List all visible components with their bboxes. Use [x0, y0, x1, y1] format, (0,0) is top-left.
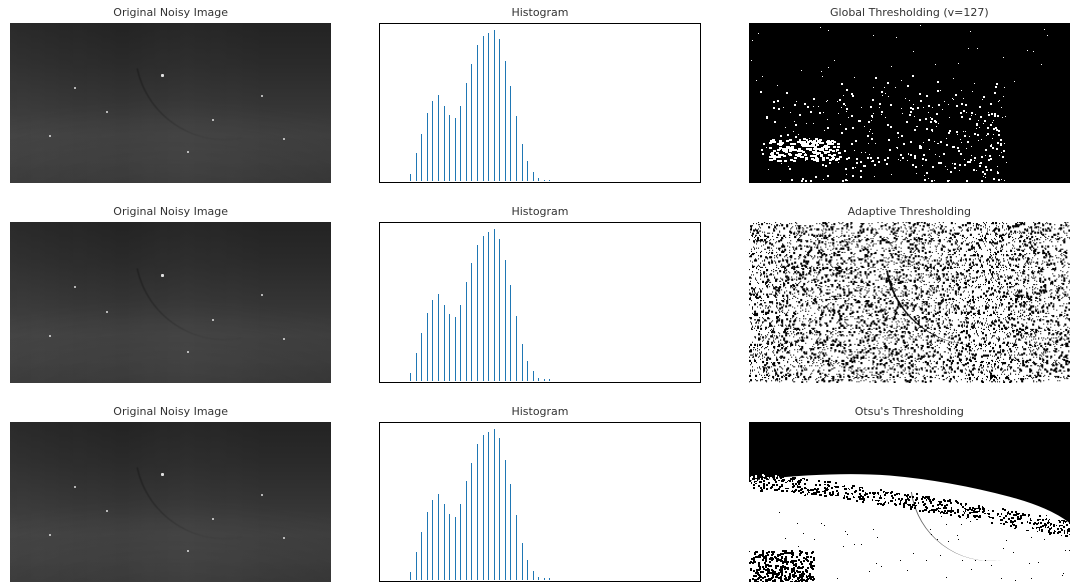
- original-image-1: [10, 222, 331, 382]
- original-image-0: [10, 23, 331, 183]
- histogram-plot-1: [379, 222, 700, 382]
- title-hist-1: Histogram: [511, 205, 568, 218]
- histogram-bars-0: [382, 30, 697, 181]
- cell-result-0: Global Thresholding (v=127): [749, 6, 1070, 183]
- adaptive-threshold-result: [749, 222, 1070, 382]
- cell-hist-0: Histogram: [379, 6, 700, 183]
- title-result-2: Otsu's Thresholding: [855, 405, 964, 418]
- subplot-grid: Original Noisy Image Histogram Global Th…: [0, 0, 1080, 588]
- histogram-plot-2: [379, 422, 700, 582]
- global-threshold-result: [749, 23, 1070, 183]
- title-original-2: Original Noisy Image: [113, 405, 228, 418]
- title-result-0: Global Thresholding (v=127): [830, 6, 989, 19]
- cell-hist-1: Histogram: [379, 205, 700, 382]
- title-original-1: Original Noisy Image: [113, 205, 228, 218]
- global-threshold-scatter: [749, 23, 1070, 183]
- otsu-threshold-result: [749, 422, 1070, 582]
- cell-original-1: Original Noisy Image: [10, 205, 331, 382]
- cell-original-0: Original Noisy Image: [10, 6, 331, 183]
- title-hist-2: Histogram: [511, 405, 568, 418]
- title-result-1: Adaptive Thresholding: [848, 205, 971, 218]
- title-original-0: Original Noisy Image: [113, 6, 228, 19]
- title-hist-0: Histogram: [511, 6, 568, 19]
- histogram-plot-0: [379, 23, 700, 183]
- histogram-bars-1: [382, 229, 697, 380]
- cell-original-2: Original Noisy Image: [10, 405, 331, 582]
- cell-result-2: Otsu's Thresholding: [749, 405, 1070, 582]
- cell-hist-2: Histogram: [379, 405, 700, 582]
- otsu-edge-noise: [749, 422, 1070, 582]
- histogram-bars-2: [382, 429, 697, 580]
- original-image-2: [10, 422, 331, 582]
- cell-result-1: Adaptive Thresholding: [749, 205, 1070, 382]
